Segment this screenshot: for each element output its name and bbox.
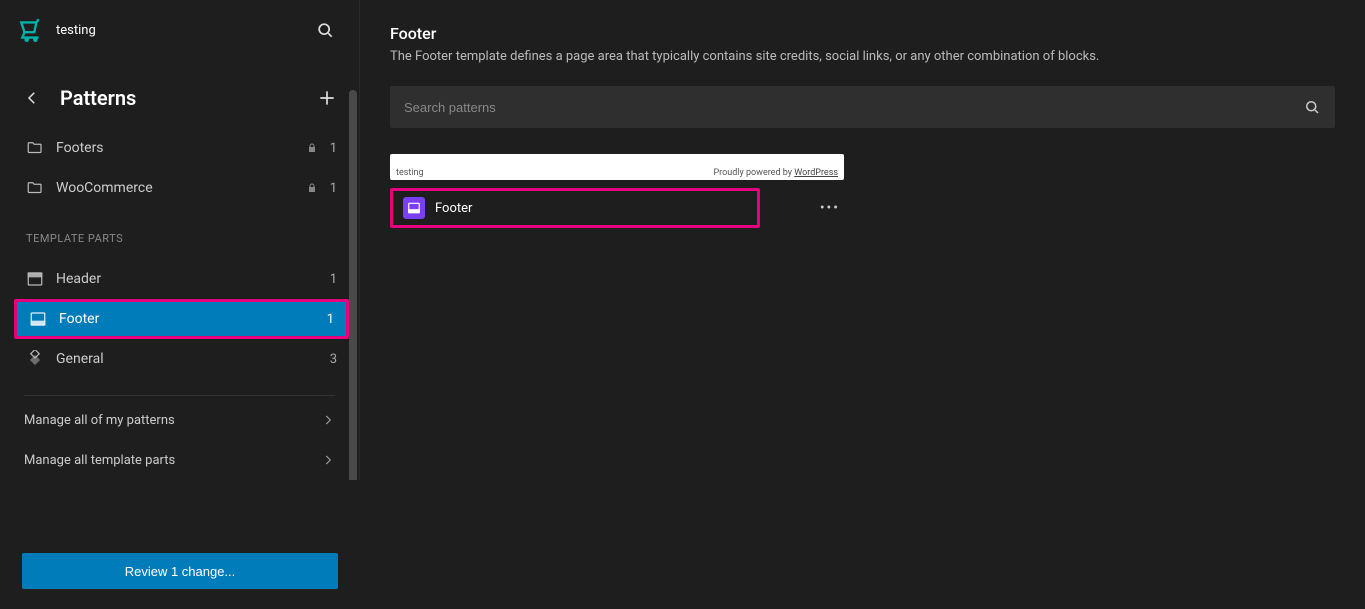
footer-icon	[29, 310, 47, 328]
pattern-preview[interactable]: testing Proudly powered by WordPress	[390, 154, 844, 180]
sidebar-item-count: 1	[327, 312, 334, 327]
divider	[24, 395, 335, 396]
folder-icon	[26, 179, 44, 197]
general-icon	[26, 350, 44, 368]
pattern-actions-button[interactable]: •••	[820, 200, 840, 216]
sidebar-scrollbar[interactable]	[349, 90, 357, 480]
preview-credits: Proudly powered by WordPress	[714, 168, 839, 178]
manage-patterns-label: Manage all of my patterns	[24, 413, 175, 428]
review-bar: Review 1 change...	[0, 535, 360, 609]
lock-icon	[306, 182, 318, 194]
chevron-right-icon	[321, 453, 335, 467]
pattern-categories: Footers 1 WooCommerce 1	[0, 120, 359, 208]
page-description: The Footer template defines a page area …	[390, 49, 1290, 64]
review-changes-button[interactable]: Review 1 change...	[22, 553, 338, 589]
command-palette-button[interactable]	[309, 14, 341, 46]
search-icon	[1303, 98, 1321, 116]
panel-title: Patterns	[60, 86, 299, 110]
sidebar-item-general[interactable]: General 3	[14, 339, 349, 379]
site-name[interactable]: testing	[56, 23, 297, 38]
sidebar-item-label: Footer	[59, 311, 315, 327]
header-icon	[26, 270, 44, 288]
chevron-right-icon	[321, 413, 335, 427]
pattern-name: Footer	[435, 201, 472, 216]
manage-template-parts-link[interactable]: Manage all template parts	[0, 440, 359, 480]
sidebar-item-label: Footers	[56, 140, 294, 156]
sidebar-item-label: WooCommerce	[56, 180, 294, 196]
sidebar-item-label: General	[56, 351, 318, 367]
sidebar-top: testing	[0, 0, 359, 60]
patterns-header: Patterns	[0, 60, 359, 120]
sidebar: testing Patterns Foot	[0, 0, 360, 609]
manage-patterns-link[interactable]: Manage all of my patterns	[0, 400, 359, 440]
lock-icon	[306, 142, 318, 154]
sidebar-item-label: Header	[56, 271, 318, 287]
preview-site-title: testing	[396, 168, 424, 178]
pattern-title-row[interactable]: Footer	[390, 188, 760, 228]
sidebar-item-count: 3	[330, 352, 337, 367]
folder-icon	[26, 139, 44, 157]
pattern-card: testing Proudly powered by WordPress Foo…	[390, 154, 844, 228]
site-logo-icon[interactable]	[18, 17, 44, 43]
footer-part-icon	[403, 197, 425, 219]
search-patterns-box[interactable]	[390, 86, 1335, 128]
template-parts-heading: TEMPLATE PARTS	[0, 208, 359, 251]
page-title: Footer	[390, 24, 1335, 43]
sidebar-item-header[interactable]: Header 1	[14, 259, 349, 299]
sidebar-item-woocommerce[interactable]: WooCommerce 1	[14, 168, 349, 208]
sidebar-item-footer[interactable]: Footer 1	[14, 299, 349, 339]
sidebar-item-count: 1	[330, 181, 337, 196]
main-content: Footer The Footer template defines a pag…	[360, 0, 1365, 609]
back-button[interactable]	[18, 84, 46, 112]
sidebar-item-footers[interactable]: Footers 1	[14, 128, 349, 168]
add-pattern-button[interactable]	[313, 84, 341, 112]
template-parts-list: Header 1 Footer 1 General 3	[0, 251, 359, 379]
search-input[interactable]	[404, 100, 1303, 115]
manage-parts-label: Manage all template parts	[24, 453, 175, 468]
sidebar-item-count: 1	[330, 141, 337, 156]
preview-wordpress-link: WordPress	[794, 168, 838, 178]
sidebar-item-count: 1	[330, 272, 337, 287]
